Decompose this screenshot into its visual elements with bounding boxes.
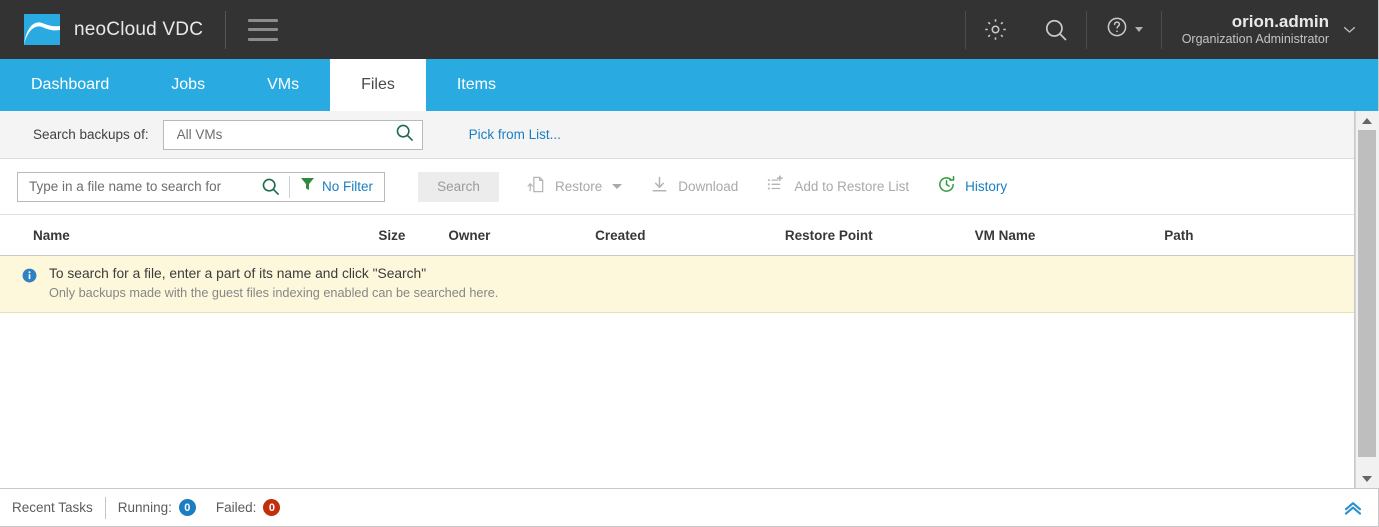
download-label: Download [678,179,739,194]
user-menu[interactable]: orion.admin Organization Administrator [1162,0,1378,59]
column-header-vm-name[interactable]: VM Name [975,228,1165,243]
status-bar: Recent Tasks Running: 0 Failed: 0 [0,488,1378,526]
help-question-icon [1105,15,1129,44]
gear-icon[interactable] [966,0,1026,59]
cloud-swoosh-logo-icon [24,14,60,45]
vertical-scrollbar[interactable] [1355,111,1379,488]
download-button[interactable]: Download [650,169,738,205]
hamburger-menu-icon[interactable] [248,18,279,41]
recent-tasks-button[interactable]: Recent Tasks [12,500,93,515]
files-content-panel: Search backups of: Pick from List... [0,111,1355,488]
scroll-thumb[interactable] [1357,130,1376,457]
filter-label: No Filter [321,179,373,194]
info-circle-icon [22,268,37,288]
add-to-restore-list-label: Add to Restore List [794,179,910,194]
history-label: History [965,179,1008,194]
header-divider-1 [225,10,227,49]
body-region: Search backups of: Pick from List... [0,111,1379,488]
filter-button[interactable]: No Filter [290,176,384,197]
column-header-owner[interactable]: Owner [405,228,595,243]
running-label: Running: [117,500,172,515]
restore-button[interactable]: Restore [527,169,623,205]
brand-title: neoCloud VDC [74,18,204,40]
chevron-down-icon [1134,27,1143,32]
tab-jobs[interactable]: Jobs [140,59,236,111]
download-icon [650,175,669,199]
add-to-list-icon [766,174,785,199]
funnel-filter-icon [300,176,315,197]
application-window: neoCloud VDC orion.admin Organization Ad… [0,0,1379,527]
running-count-badge: 0 [178,499,196,516]
search-button[interactable]: Search [418,171,499,202]
search-backups-row: Search backups of: Pick from List... [0,111,1354,159]
scrollbar-track[interactable] [1355,130,1379,469]
column-header-size[interactable]: Size [359,228,405,243]
scroll-up-arrow-icon[interactable] [1355,111,1379,130]
help-menu[interactable] [1087,0,1161,59]
tab-dashboard[interactable]: Dashboard [0,59,140,111]
search-backups-label: Search backups of: [33,127,149,142]
tab-items[interactable]: Items [426,59,527,111]
info-banner-title: To search for a file, enter a part of it… [49,266,427,281]
user-name: orion.admin [1231,12,1329,32]
top-header-bar: neoCloud VDC orion.admin Organization Ad… [0,0,1378,59]
add-to-restore-list-button[interactable]: Add to Restore List [766,169,909,205]
tab-files[interactable]: Files [330,59,426,111]
double-chevron-up-icon[interactable] [1342,500,1364,516]
running-tasks-group[interactable]: Running: 0 [118,499,196,516]
file-search-box[interactable]: No Filter [17,171,385,202]
chevron-down-icon [612,184,623,189]
tab-vms[interactable]: VMs [236,59,330,111]
column-header-name[interactable]: Name [33,228,359,243]
search-icon[interactable] [252,177,289,196]
main-navigation-tabs: Dashboard Jobs VMs Files Items [0,59,1378,111]
column-header-created[interactable]: Created [595,228,785,243]
info-banner: To search for a file, enter a part of it… [0,256,1354,314]
restore-file-icon [527,175,546,199]
search-icon[interactable] [1026,0,1086,59]
files-toolbar: No Filter Search Restore [0,159,1354,215]
column-header-path[interactable]: Path [1164,228,1354,243]
vm-scope-input[interactable] [174,126,395,143]
history-button[interactable]: History [937,169,1007,205]
failed-tasks-group[interactable]: Failed: 0 [216,499,281,516]
search-icon[interactable] [395,123,414,147]
failed-label: Failed: [215,500,257,515]
pick-from-list-link[interactable]: Pick from List... [469,127,561,142]
info-banner-subtitle: Only backups made with the guest files i… [49,285,499,300]
user-role: Organization Administrator [1181,32,1329,47]
vm-scope-input-wrap[interactable] [162,119,423,150]
status-divider [104,496,106,519]
scroll-down-arrow-icon[interactable] [1355,469,1379,488]
chevron-down-icon [1343,21,1356,39]
file-search-input[interactable] [18,172,252,201]
failed-count-badge: 0 [263,499,281,516]
column-header-restore-point[interactable]: Restore Point [785,228,975,243]
files-empty-area [0,313,1354,488]
history-clock-icon [937,175,956,199]
brand-logo-group[interactable]: neoCloud VDC [0,14,203,45]
files-table-header: Name Size Owner Created Restore Point VM… [0,215,1354,256]
restore-label: Restore [555,179,603,194]
